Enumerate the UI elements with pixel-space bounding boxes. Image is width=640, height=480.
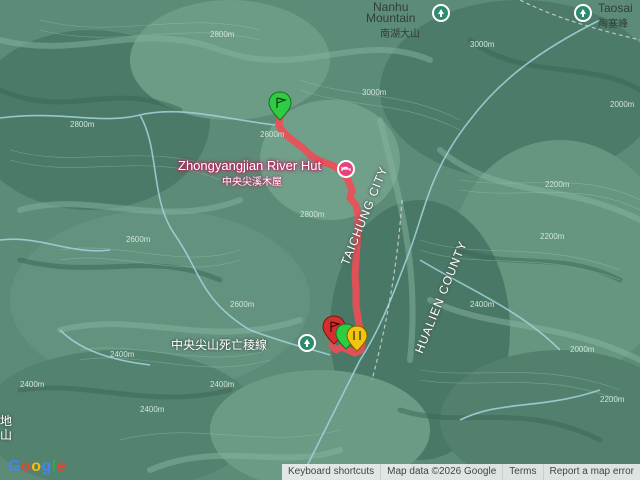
elevation-label: 3000m xyxy=(470,40,495,49)
elevation-label: 2600m xyxy=(230,300,255,309)
river-hut-zh-label: 中央尖溪木屋 xyxy=(222,177,282,188)
elevation-label: 2400m xyxy=(470,300,495,309)
elevation-label: 2600m xyxy=(260,130,285,139)
park-icon[interactable] xyxy=(574,4,592,22)
park-icon[interactable] xyxy=(432,4,450,22)
edge-label-2: 山 xyxy=(0,428,13,442)
elevation-label: 2200m xyxy=(545,180,570,189)
elevation-label: 2000m xyxy=(570,345,595,354)
elevation-label: 2800m xyxy=(210,30,235,39)
map-footer: Keyboard shortcuts Map data ©2026 Google… xyxy=(281,464,640,480)
elevation-label: 2800m xyxy=(300,210,325,219)
elevation-label: 2400m xyxy=(110,350,135,359)
elevation-label: 2200m xyxy=(600,395,625,404)
river-hut-label: Zhongyangjian River Hut xyxy=(178,158,322,173)
ridge-label: 中央尖山死亡稜線 xyxy=(171,338,268,352)
google-logo[interactable]: Google xyxy=(8,458,66,476)
report-map-error-link[interactable]: Report a map error xyxy=(542,464,640,480)
map-data-attribution: Map data ©2026 Google xyxy=(380,464,502,480)
elevation-label: 2200m xyxy=(540,232,565,241)
nanhu-zh-label: 南湖大山 xyxy=(380,29,420,40)
elevation-label: 2600m xyxy=(126,235,151,244)
elevation-label: 3000m xyxy=(362,88,387,97)
elevation-label: 2400m xyxy=(140,405,165,414)
taosai-label: Taosai xyxy=(598,1,633,15)
lodging-icon[interactable] xyxy=(337,160,355,178)
taosai-zh-label: 陶塞峰 xyxy=(598,19,628,30)
park-icon[interactable] xyxy=(298,334,316,352)
terms-link[interactable]: Terms xyxy=(502,464,542,480)
keyboard-shortcuts-link[interactable]: Keyboard shortcuts xyxy=(282,464,380,480)
elevation-label: 2400m xyxy=(20,380,45,389)
elevation-label: 2800m xyxy=(70,120,95,129)
elevation-label: 2000m xyxy=(610,100,635,109)
nanhu-label-2: Mountain xyxy=(366,11,416,25)
elevation-label: 2400m xyxy=(210,380,235,389)
